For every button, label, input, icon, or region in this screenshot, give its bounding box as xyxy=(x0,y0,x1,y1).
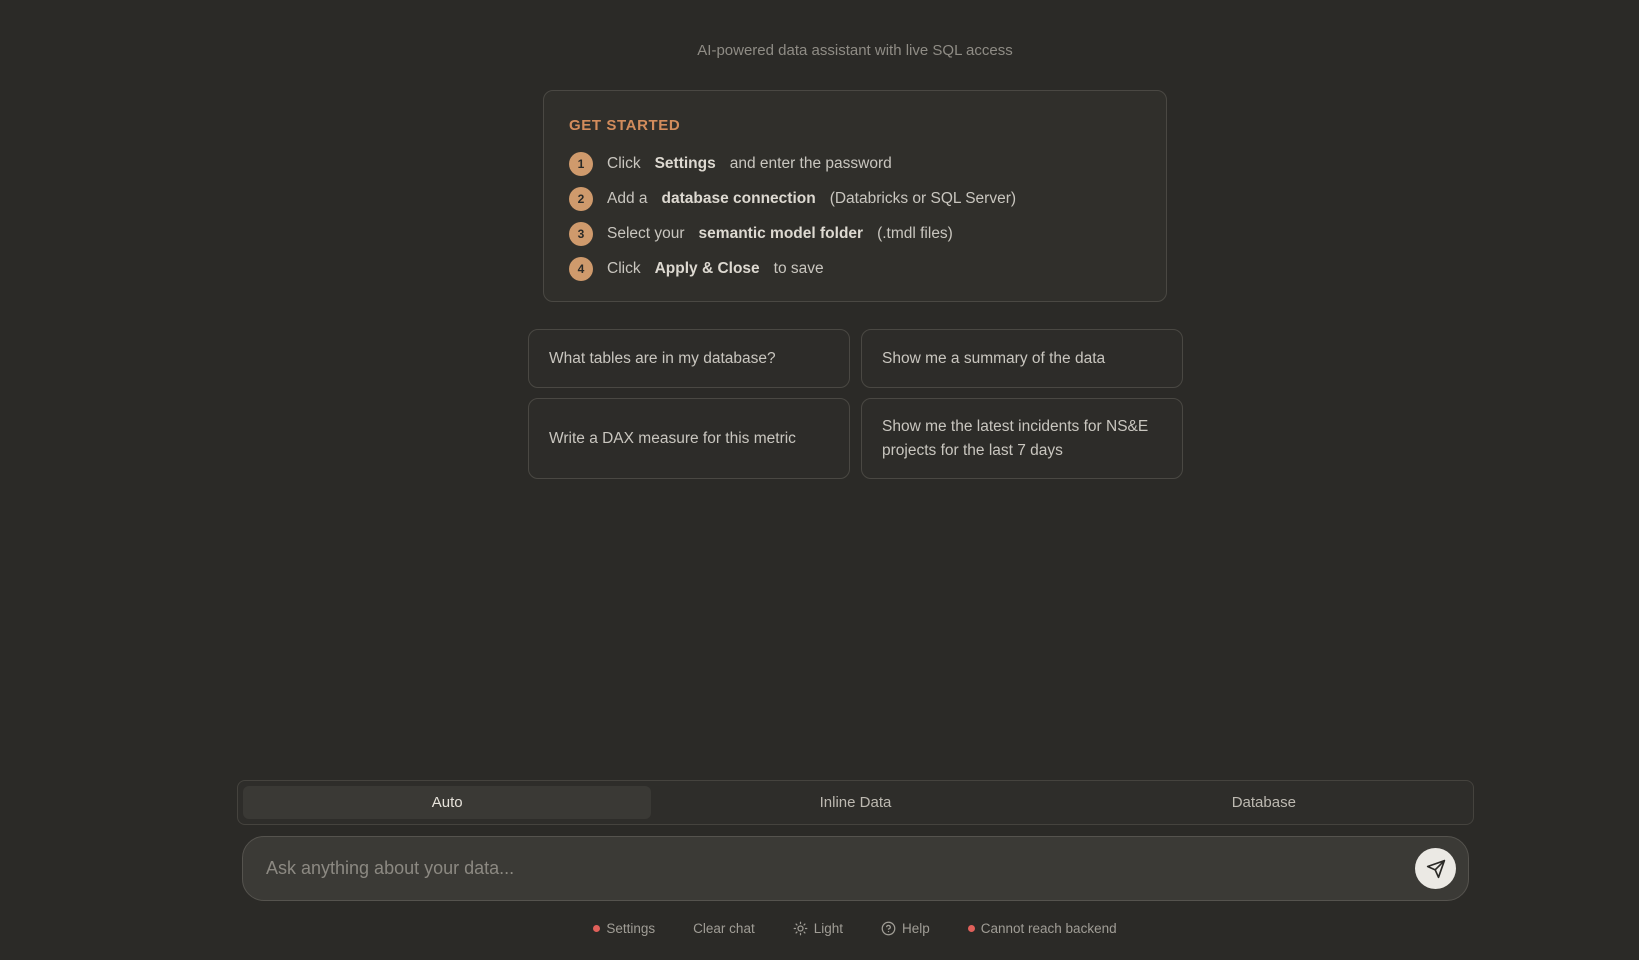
backend-status: Cannot reach backend xyxy=(967,920,1117,936)
step-3: 3 Select your semantic model folder (.tm… xyxy=(569,216,1141,251)
clear-chat-button[interactable]: Clear chat xyxy=(693,921,755,936)
backend-status-dot xyxy=(967,924,975,932)
tab-inline-data[interactable]: Inline Data xyxy=(651,786,1059,819)
step-keyword: semantic model folder xyxy=(698,224,864,242)
chat-composer xyxy=(242,836,1469,901)
step-text: Click xyxy=(607,154,641,172)
help-icon xyxy=(881,921,896,936)
suggestion-tables-button[interactable]: What tables are in my database? xyxy=(528,329,850,388)
get-started-card: GET STARTED 1 Click Settings and enter t… xyxy=(543,90,1167,302)
step-number-badge: 2 xyxy=(569,186,593,211)
step-text: Click xyxy=(607,259,641,277)
step-number-badge: 4 xyxy=(569,256,593,281)
settings-link[interactable]: Settings xyxy=(593,921,655,936)
suggestion-summary-button[interactable]: Show me a summary of the data xyxy=(861,329,1183,388)
step-text: and enter the password xyxy=(729,154,892,172)
step-keyword: database connection xyxy=(661,189,816,207)
backend-status-label: Cannot reach backend xyxy=(980,920,1117,936)
step-text: Select your xyxy=(607,224,685,242)
theme-label: Light xyxy=(813,920,843,936)
settings-label: Settings xyxy=(606,920,656,936)
send-icon xyxy=(1426,859,1445,878)
chat-page: AI-powered data assistant with live SQL … xyxy=(0,0,1639,960)
step-text: Add a xyxy=(607,189,648,207)
step-text: (.tmdl files) xyxy=(877,224,953,242)
step-4: 4 Click Apply & Close to save xyxy=(569,251,1141,286)
step-text: to save xyxy=(773,259,824,277)
suggestion-dax-button[interactable]: Write a DAX measure for this metric xyxy=(528,398,850,479)
step-2: 2 Add a database connection (Databricks … xyxy=(569,181,1141,216)
step-keyword: Apply & Close xyxy=(654,259,760,277)
step-1: 1 Click Settings and enter the password xyxy=(569,146,1141,181)
sun-icon xyxy=(793,921,808,936)
tab-database[interactable]: Database xyxy=(1060,786,1468,819)
step-text: (Databricks or SQL Server) xyxy=(829,189,1017,207)
suggestion-incidents-button[interactable]: Show me the latest incidents for NS&E pr… xyxy=(861,398,1183,479)
step-number-badge: 3 xyxy=(569,221,593,246)
step-number-badge: 1 xyxy=(569,151,593,176)
send-button[interactable] xyxy=(1415,848,1456,889)
theme-toggle[interactable]: Light xyxy=(793,921,843,936)
step-keyword: Settings xyxy=(654,154,716,172)
help-label: Help xyxy=(901,920,930,936)
mode-selector: Auto Inline Data Database xyxy=(237,780,1474,825)
chat-input[interactable] xyxy=(266,858,1415,879)
settings-status-dot xyxy=(593,924,601,932)
app-subtitle: AI-powered data assistant with live SQL … xyxy=(697,42,1013,59)
get-started-title: GET STARTED xyxy=(569,117,681,134)
clear-chat-label: Clear chat xyxy=(693,920,755,936)
help-link[interactable]: Help xyxy=(881,921,930,936)
footer-bar: Settings Clear chat Light Help Cannot re… xyxy=(0,918,1639,938)
tab-auto[interactable]: Auto xyxy=(243,786,652,819)
